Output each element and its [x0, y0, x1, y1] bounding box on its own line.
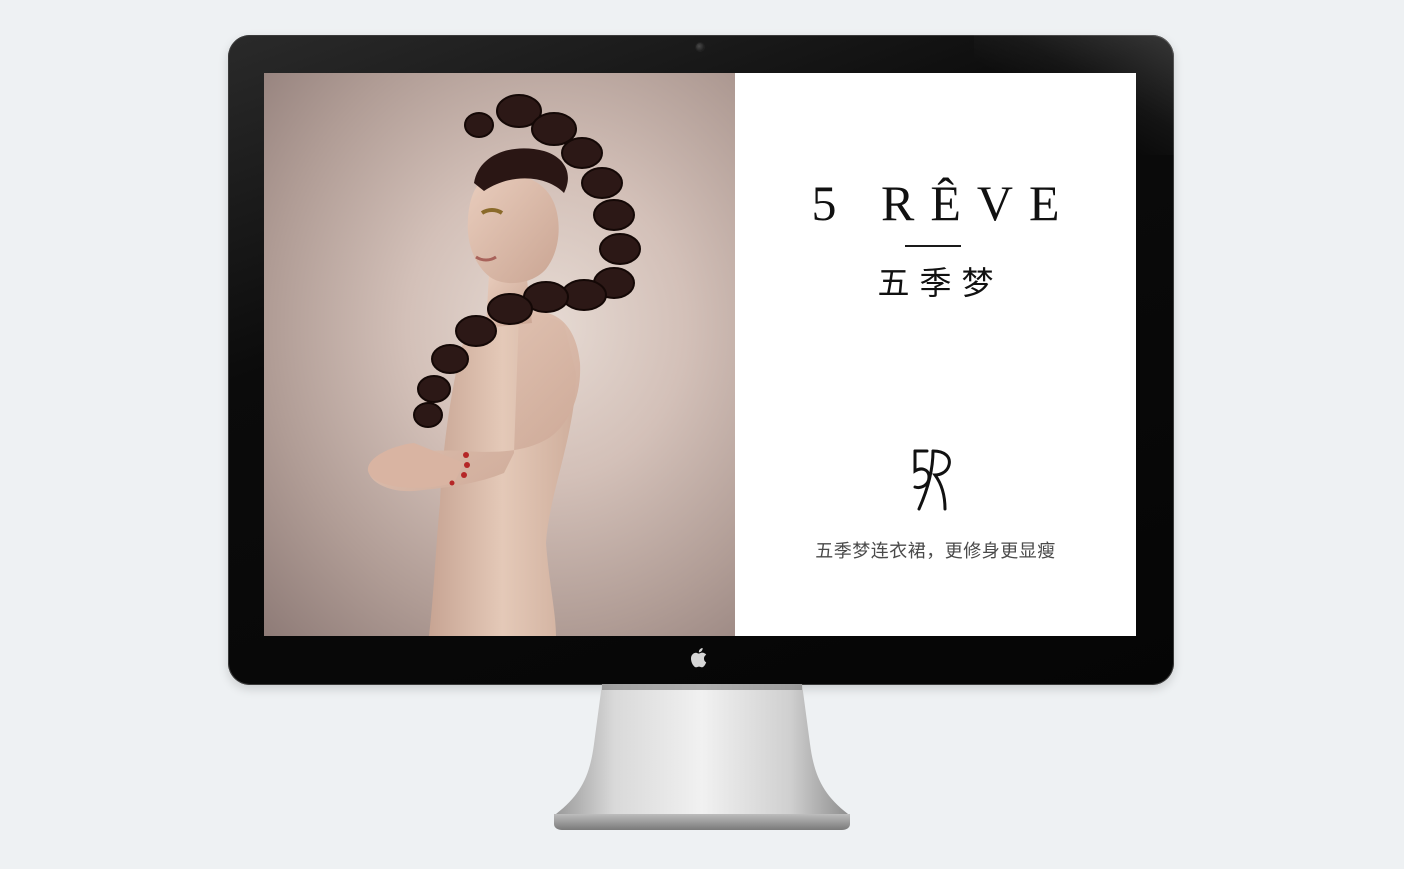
- brand-chinese-name: 五季梦: [877, 264, 1004, 302]
- monitor-display: 5 RÊVE 五季梦 五季梦连衣裙，更修身更显瘦: [228, 35, 1174, 685]
- title-divider: [905, 245, 961, 247]
- apple-logo-icon: [691, 648, 707, 668]
- model-illustration: [367, 94, 641, 636]
- 5r-monogram-icon: [913, 449, 951, 511]
- fashion-photo: [264, 73, 735, 636]
- tagline: 五季梦连衣裙，更修身更显瘦: [815, 541, 1056, 562]
- brand-panel: 5 RÊVE 五季梦 五季梦连衣裙，更修身更显瘦: [735, 73, 1136, 636]
- camera-icon: [696, 43, 704, 51]
- brand-wordmark: 5 RÊVE: [811, 175, 1076, 231]
- monitor-stand: [554, 684, 850, 830]
- screen: 5 RÊVE 五季梦 五季梦连衣裙，更修身更显瘦: [264, 73, 1136, 636]
